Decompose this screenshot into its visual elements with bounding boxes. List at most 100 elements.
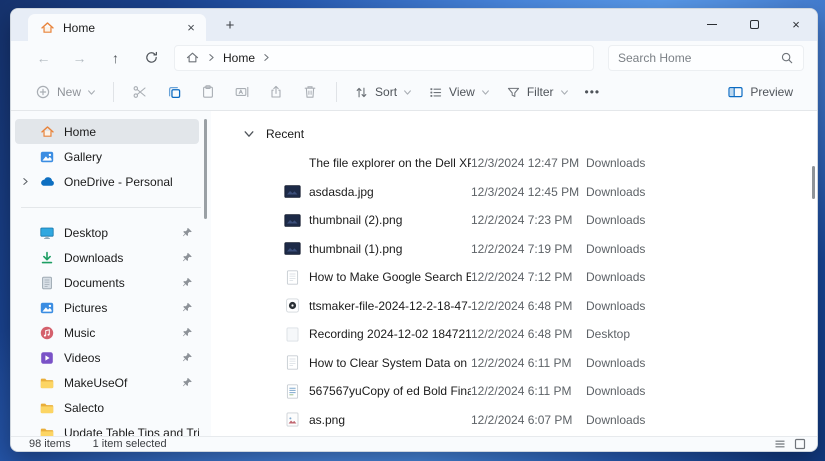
tab-close-icon[interactable]: × <box>182 19 200 37</box>
cut-button[interactable] <box>123 77 157 107</box>
sidebar-item-label: Pictures <box>64 301 199 315</box>
file-list-pane: Recent The file explorer on the Dell XPS… <box>211 111 817 436</box>
minimize-icon <box>707 24 717 25</box>
sidebar-item-makeuseof[interactable]: MakeUseOf <box>15 370 199 395</box>
refresh-button[interactable] <box>138 45 165 71</box>
chevron-right-icon[interactable] <box>262 53 271 62</box>
sidebar-item-salecto[interactable]: Salecto <box>15 395 199 420</box>
rename-button[interactable] <box>225 77 259 107</box>
preview-icon <box>727 84 744 100</box>
chevron-right-icon[interactable] <box>21 177 30 186</box>
file-row[interactable]: ttsmaker-file-2024-12-2-18-47-55...12/2/… <box>211 292 817 321</box>
breadcrumb-item-home[interactable]: Home <box>223 51 255 65</box>
sidebar-scrollbar[interactable] <box>204 119 207 219</box>
file-name: How to Make Google Search Engi... <box>309 270 471 284</box>
sidebar-item-home[interactable]: Home <box>15 119 199 144</box>
sidebar-pinned-list: Desktop Downloads Documents Pictures Music Vi… <box>11 220 211 436</box>
file-row[interactable]: asdasda.jpg12/3/2024 12:45 PMDownloads <box>211 178 817 207</box>
sidebar-item-pictures[interactable]: Pictures <box>15 295 199 320</box>
file-name: The file explorer on the Dell XPS 1... <box>309 156 471 170</box>
back-button[interactable]: ← <box>30 45 57 71</box>
videos-icon <box>39 350 55 366</box>
file-date-modified: 12/2/2024 6:11 PM <box>471 356 586 370</box>
share-button[interactable] <box>259 77 293 107</box>
doc-file-icon <box>284 270 301 285</box>
paste-button[interactable] <box>191 77 225 107</box>
sidebar-item-label: Desktop <box>64 226 199 240</box>
folder-icon <box>39 425 55 437</box>
file-date-modified: 12/3/2024 12:47 PM <box>471 156 586 170</box>
sidebar-item-onedrive-personal[interactable]: OneDrive - Personal <box>15 169 199 194</box>
file-row[interactable]: 567567yuCopy of ed Bold Financ...12/2/20… <box>211 377 817 406</box>
more-options-button[interactable]: ••• <box>577 77 609 107</box>
file-row[interactable]: The file explorer on the Dell XPS 1...12… <box>211 149 817 178</box>
preview-button[interactable]: Preview <box>719 77 801 107</box>
file-location: Downloads <box>586 356 645 370</box>
new-button[interactable]: New <box>27 77 104 107</box>
cut-icon <box>132 84 148 100</box>
file-row[interactable]: Recording 2024-12-02 184721.mp412/2/2024… <box>211 320 817 349</box>
maximize-button[interactable] <box>733 9 775 39</box>
sidebar-item-videos[interactable]: Videos <box>15 345 199 370</box>
pin-icon <box>182 302 193 313</box>
up-button[interactable]: ↑ <box>102 45 129 71</box>
image-dark-file-icon <box>284 184 301 199</box>
breadcrumb[interactable]: Home <box>174 45 594 71</box>
sidebar-item-music[interactable]: Music <box>15 320 199 345</box>
file-location: Downloads <box>586 213 645 227</box>
file-date-modified: 12/2/2024 6:48 PM <box>471 327 586 341</box>
search-input[interactable] <box>618 51 780 65</box>
pin-icon <box>182 377 193 388</box>
copy-button[interactable] <box>157 77 191 107</box>
file-row[interactable]: thumbnail (2).png12/2/2024 7:23 PMDownlo… <box>211 206 817 235</box>
window-body: Home GalleryOneDrive - Personal Desktop Do… <box>11 111 817 436</box>
blank-file-icon <box>284 156 301 171</box>
sidebar-item-update-table-tips-and-tricks-in-[interactable]: Update Table Tips and Tricks in Wor <box>15 420 199 436</box>
home-outline-icon[interactable] <box>185 50 200 65</box>
file-row[interactable]: How to Clear System Data on iPh...12/2/2… <box>211 349 817 378</box>
file-date-modified: 12/2/2024 7:19 PM <box>471 242 586 256</box>
tab-label: Home <box>63 21 95 35</box>
large-icons-view-icon[interactable] <box>794 438 806 450</box>
file-name: asdasda.jpg <box>309 185 471 199</box>
forward-button[interactable]: → <box>66 45 93 71</box>
file-date-modified: 12/2/2024 6:11 PM <box>471 384 586 398</box>
file-row[interactable]: thumbnail (1).png12/2/2024 7:19 PMDownlo… <box>211 235 817 264</box>
chevron-down-icon[interactable] <box>243 128 255 140</box>
sidebar-item-documents[interactable]: Documents <box>15 270 199 295</box>
filter-button[interactable]: Filter <box>498 77 577 107</box>
sidebar-item-gallery[interactable]: Gallery <box>15 144 199 169</box>
selection-count: 1 item selected <box>93 438 167 450</box>
pin-icon <box>182 352 193 363</box>
sidebar-item-label: Downloads <box>64 251 199 265</box>
tab-home[interactable]: Home × <box>28 14 206 41</box>
sidebar-item-label: Salecto <box>64 401 199 415</box>
file-row[interactable]: How to Make Google Search Engi...12/2/20… <box>211 263 817 292</box>
delete-button[interactable] <box>293 77 327 107</box>
pin-icon <box>182 227 193 238</box>
view-button[interactable]: View <box>420 77 498 107</box>
file-name: Recording 2024-12-02 184721.mp4 <box>309 327 471 341</box>
minimize-button[interactable] <box>691 9 733 39</box>
file-row[interactable]: as.png12/2/2024 6:07 PMDownloads <box>211 406 817 435</box>
music-icon <box>39 325 55 341</box>
chevron-right-icon[interactable] <box>207 53 216 62</box>
recent-section-header[interactable]: Recent <box>211 124 817 144</box>
share-icon <box>268 84 284 100</box>
file-date-modified: 12/2/2024 7:12 PM <box>471 270 586 284</box>
sidebar-item-label: Videos <box>64 351 199 365</box>
details-view-icon[interactable] <box>774 438 786 450</box>
copy-icon <box>166 84 183 101</box>
file-location: Downloads <box>586 270 645 284</box>
refresh-icon <box>144 50 159 65</box>
sort-button[interactable]: Sort <box>346 77 420 107</box>
main-scrollbar[interactable] <box>812 166 815 199</box>
new-tab-button[interactable]: + <box>219 14 241 36</box>
file-location: Downloads <box>586 413 645 427</box>
close-button[interactable]: × <box>775 9 817 39</box>
search-box[interactable] <box>608 45 804 71</box>
sidebar-item-desktop[interactable]: Desktop <box>15 220 199 245</box>
sidebar-item-label: Home <box>64 125 199 139</box>
sidebar-item-downloads[interactable]: Downloads <box>15 245 199 270</box>
pictures-icon <box>39 300 55 316</box>
